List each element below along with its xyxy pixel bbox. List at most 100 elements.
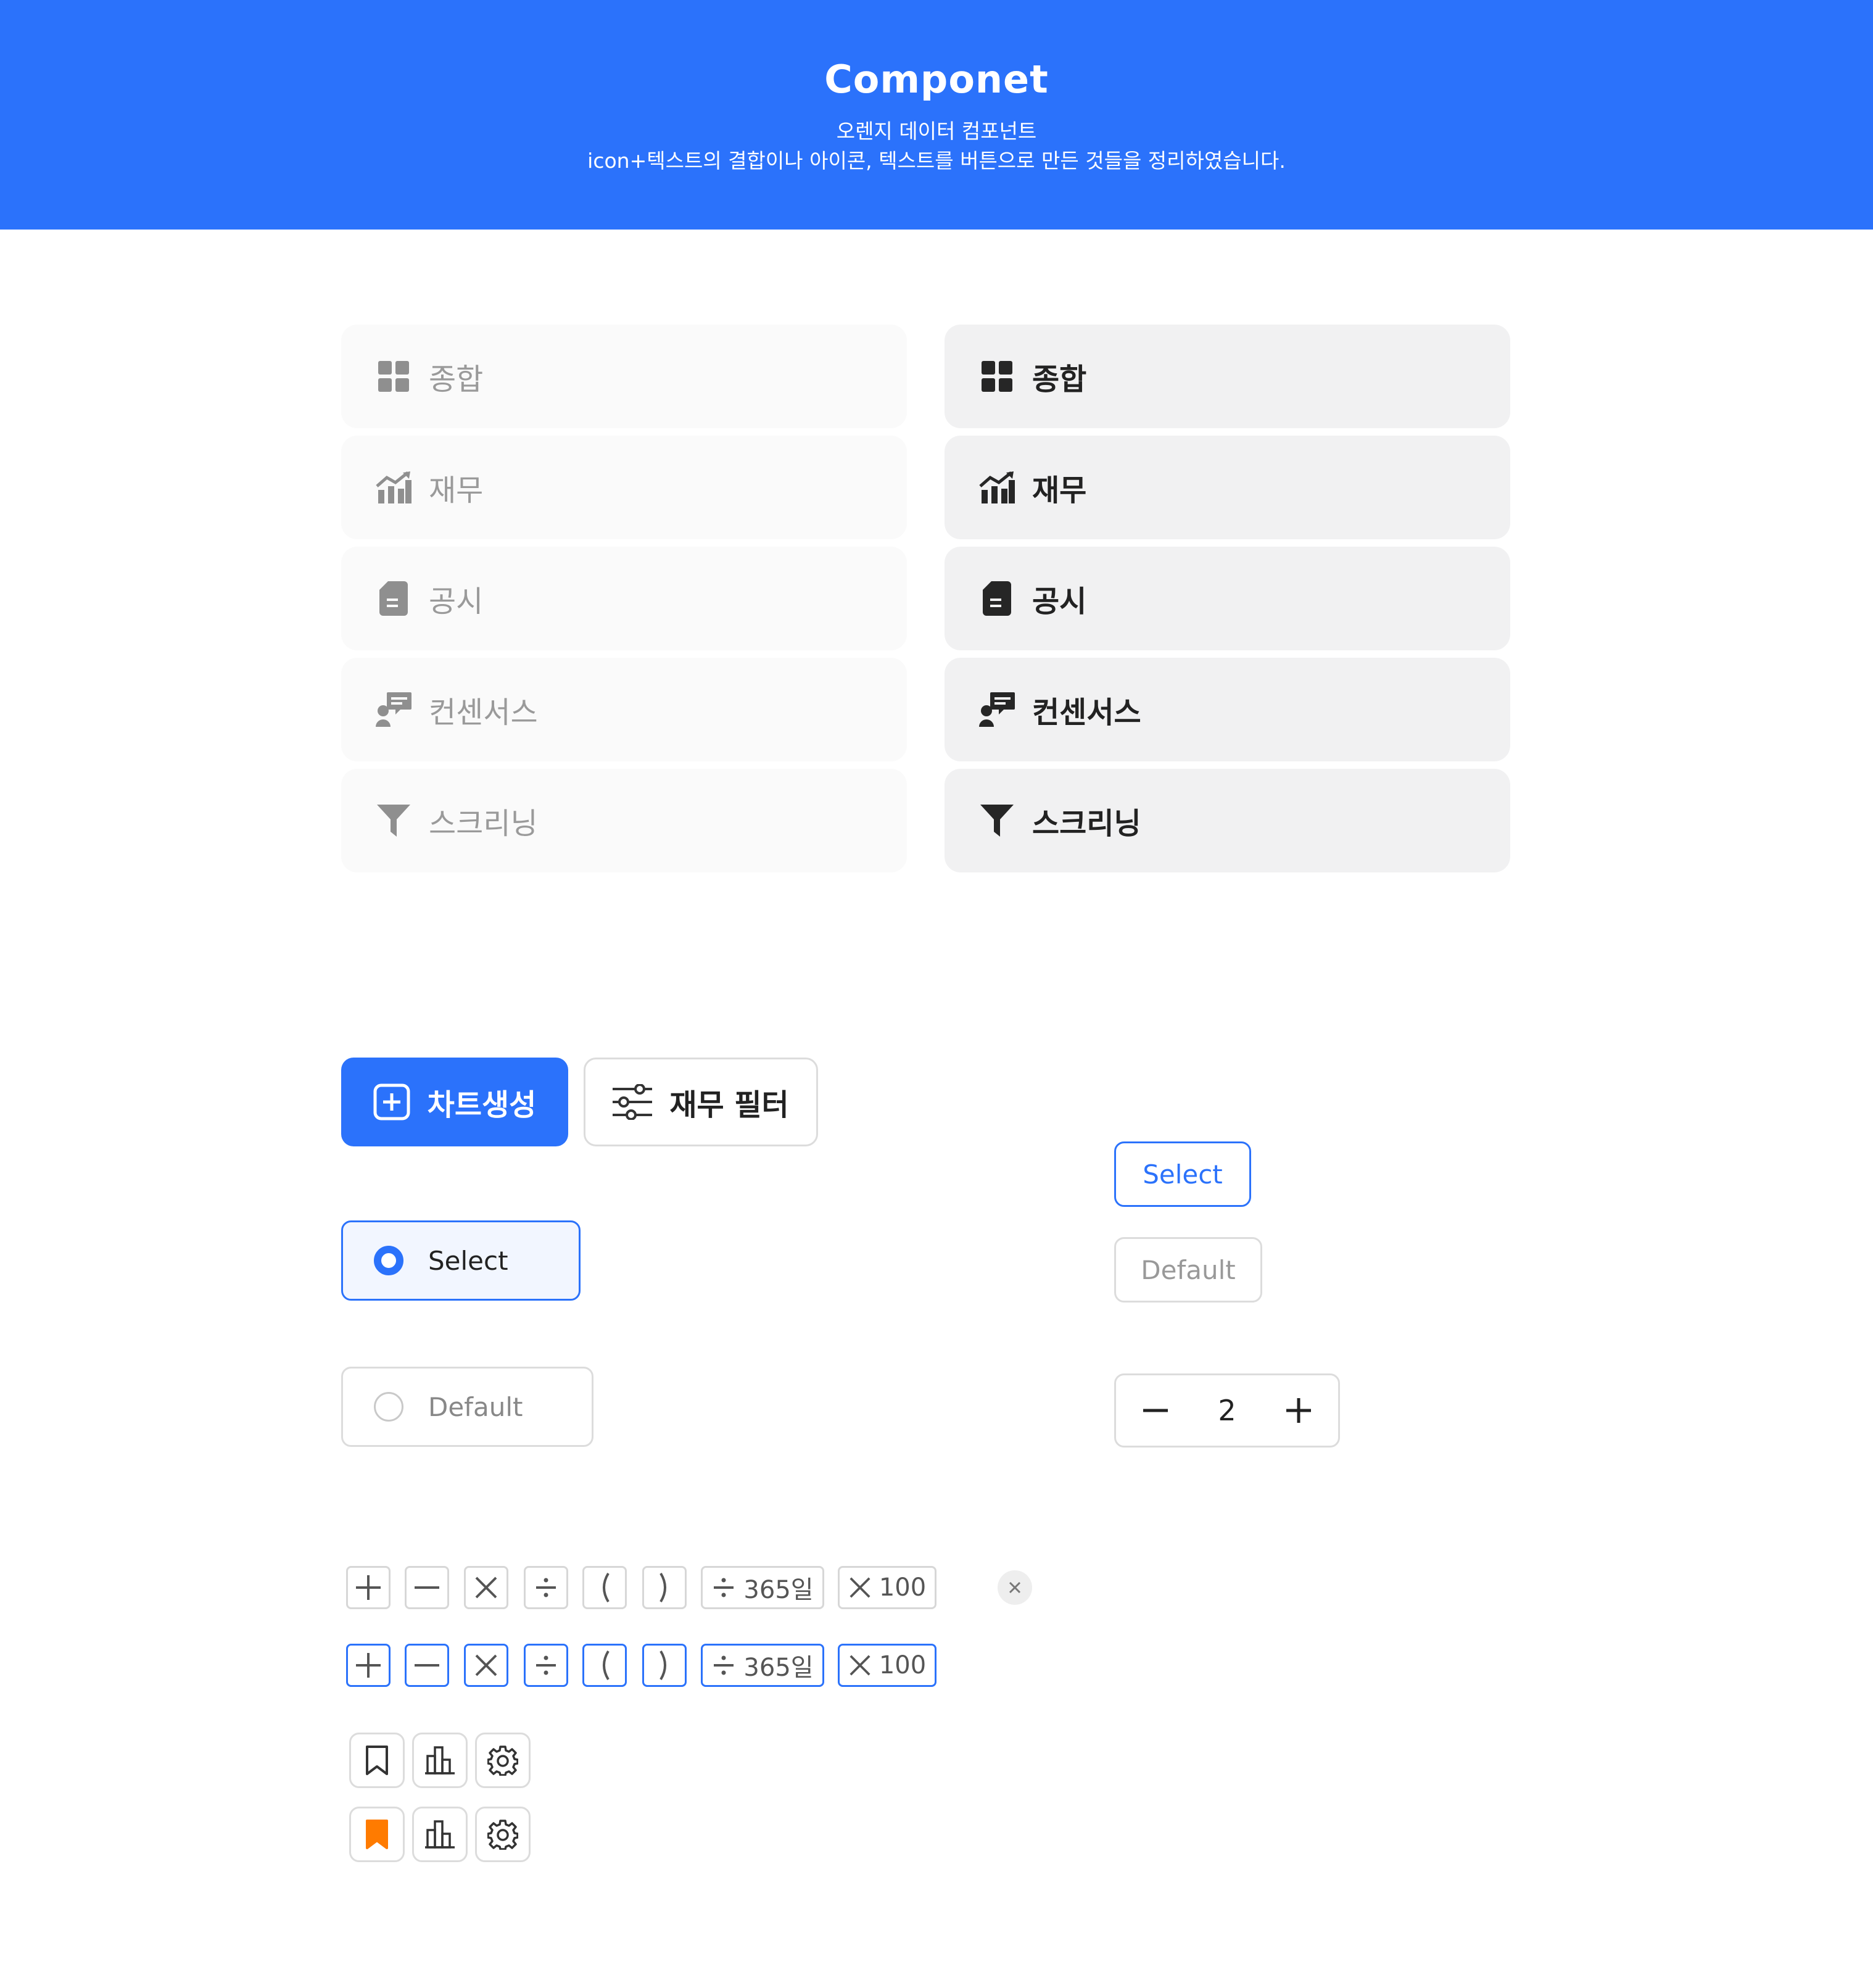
- operator-days-label: 365일: [743, 1576, 814, 1604]
- create-chart-button[interactable]: 차트생성: [341, 1058, 568, 1146]
- chip-default[interactable]: Default: [1114, 1237, 1262, 1303]
- divide-icon: [714, 1578, 734, 1597]
- menu-item-consensus-default[interactable]: 컨센서스: [341, 658, 907, 761]
- operator-open-paren-button[interactable]: [582, 1566, 627, 1609]
- minus-icon: [415, 1664, 439, 1667]
- operator-close-paren-button-active[interactable]: [642, 1644, 687, 1687]
- page-subtitle: 오렌지 데이터 컴포넌트: [836, 119, 1037, 143]
- menu-item-label: 컨센서스: [429, 695, 538, 730]
- radio-option-default[interactable]: Default: [341, 1367, 593, 1447]
- menu-item-disclosure-active[interactable]: 공시: [945, 547, 1510, 650]
- menu-item-label: 재무: [429, 473, 484, 508]
- open-paren-icon: [603, 1650, 610, 1681]
- operator-divide-days-button[interactable]: 365일: [701, 1566, 824, 1609]
- grid-icon: [376, 358, 411, 394]
- menu-item-consensus-active[interactable]: 컨센서스: [945, 658, 1510, 761]
- multiply-icon: [850, 1655, 870, 1676]
- increment-button[interactable]: [1268, 1375, 1329, 1446]
- gear-icon: [487, 1746, 518, 1776]
- chip-selected[interactable]: Select: [1114, 1141, 1251, 1207]
- menu-item-finance-active[interactable]: 재무: [945, 436, 1510, 539]
- funnel-icon: [979, 803, 1015, 839]
- plus-icon: [1286, 1398, 1311, 1423]
- operator-open-paren-button-active[interactable]: [582, 1644, 627, 1687]
- chip-label: Default: [1141, 1254, 1236, 1285]
- finance-filter-label: 재무 필터: [669, 1088, 789, 1122]
- operator-minus-button[interactable]: [405, 1566, 449, 1609]
- menu-item-label: 종합: [1032, 362, 1087, 397]
- create-chart-label: 차트생성: [427, 1088, 537, 1122]
- operator-divide-button[interactable]: [524, 1566, 568, 1609]
- operator-multiply-button-active[interactable]: [464, 1644, 508, 1687]
- menu-item-screening-default[interactable]: 스크리닝: [341, 769, 907, 872]
- operator-divide-days-button-active[interactable]: 365일: [701, 1644, 824, 1687]
- operator-minus-button-active[interactable]: [405, 1644, 449, 1687]
- operator-plus-button[interactable]: [346, 1566, 391, 1609]
- document-icon: [979, 581, 1015, 616]
- funnel-icon: [376, 803, 411, 839]
- menu-item-summary-default[interactable]: 종합: [341, 325, 907, 428]
- decrement-button[interactable]: [1125, 1375, 1186, 1446]
- page-description: icon+텍스트의 결합이나 아이콘, 텍스트를 버튼으로 만든 것들을 정리하…: [587, 149, 1286, 173]
- multiply-icon: [475, 1576, 497, 1599]
- bookmark-filled-icon: [366, 1820, 388, 1849]
- operator-days-label: 365일: [743, 1654, 814, 1682]
- operator-value-label: 100: [879, 1573, 927, 1602]
- sliders-icon: [613, 1084, 653, 1120]
- gear-icon: [487, 1820, 518, 1850]
- menu-item-finance-default[interactable]: 재무: [341, 436, 907, 539]
- radio-option-selected[interactable]: Select: [341, 1220, 581, 1301]
- open-paren-icon: [603, 1572, 610, 1603]
- operator-divide-button-active[interactable]: [524, 1644, 568, 1687]
- chart-toggle-button-alt[interactable]: [412, 1807, 468, 1862]
- chip-label: Select: [1143, 1159, 1223, 1190]
- clear-button[interactable]: [998, 1570, 1032, 1605]
- menu-item-label: 스크리닝: [1032, 806, 1141, 841]
- plus-icon: [356, 1653, 381, 1678]
- finance-filter-button[interactable]: 재무 필터: [584, 1058, 818, 1146]
- document-icon: [376, 581, 411, 616]
- menu-item-summary-active[interactable]: 종합: [945, 325, 1510, 428]
- bar-chart-icon: [425, 1746, 455, 1775]
- operator-multiply-value-button-active[interactable]: 100: [838, 1644, 936, 1687]
- operator-multiply-button[interactable]: [464, 1566, 508, 1609]
- close-icon: [1009, 1581, 1021, 1594]
- consensus-icon: [979, 692, 1015, 727]
- menu-item-label: 스크리닝: [429, 806, 538, 841]
- minus-icon: [415, 1586, 439, 1589]
- menu-item-label: 종합: [429, 362, 484, 397]
- divide-icon: [536, 1578, 556, 1597]
- menu-item-disclosure-default[interactable]: 공시: [341, 547, 907, 650]
- page-title: Componet: [824, 57, 1049, 102]
- operator-multiply-value-button[interactable]: 100: [838, 1566, 936, 1609]
- radio-unchecked-indicator: [374, 1392, 403, 1422]
- multiply-icon: [850, 1577, 870, 1598]
- divide-icon: [714, 1655, 734, 1675]
- close-paren-icon: [659, 1650, 666, 1681]
- chart-toggle-button[interactable]: [412, 1733, 468, 1788]
- settings-button-alt[interactable]: [475, 1807, 531, 1862]
- radio-checked-indicator: [374, 1246, 403, 1275]
- plus-icon: [356, 1575, 381, 1600]
- operator-plus-button-active[interactable]: [346, 1644, 391, 1687]
- operator-close-paren-button[interactable]: [642, 1566, 687, 1609]
- close-paren-icon: [659, 1572, 666, 1603]
- page-header: Componet 오렌지 데이터 컴포넌트 icon+텍스트의 결합이나 아이콘…: [0, 0, 1873, 230]
- operator-value-label: 100: [879, 1651, 927, 1679]
- add-square-icon: [373, 1083, 410, 1120]
- quantity-stepper[interactable]: 2: [1114, 1373, 1340, 1448]
- bookmark-button[interactable]: [349, 1733, 405, 1788]
- menu-item-screening-active[interactable]: 스크리닝: [945, 769, 1510, 872]
- radio-label: Default: [428, 1391, 523, 1422]
- radio-label: Select: [428, 1245, 508, 1276]
- settings-button[interactable]: [475, 1733, 531, 1788]
- bookmark-button-active[interactable]: [349, 1807, 405, 1862]
- chart-icon: [376, 470, 411, 505]
- bookmark-icon: [366, 1746, 388, 1775]
- multiply-icon: [475, 1654, 497, 1676]
- grid-icon: [979, 358, 1015, 394]
- consensus-icon: [376, 692, 411, 727]
- menu-item-label: 공시: [429, 584, 484, 619]
- chart-icon: [979, 470, 1015, 505]
- menu-item-label: 컨센서스: [1032, 695, 1141, 730]
